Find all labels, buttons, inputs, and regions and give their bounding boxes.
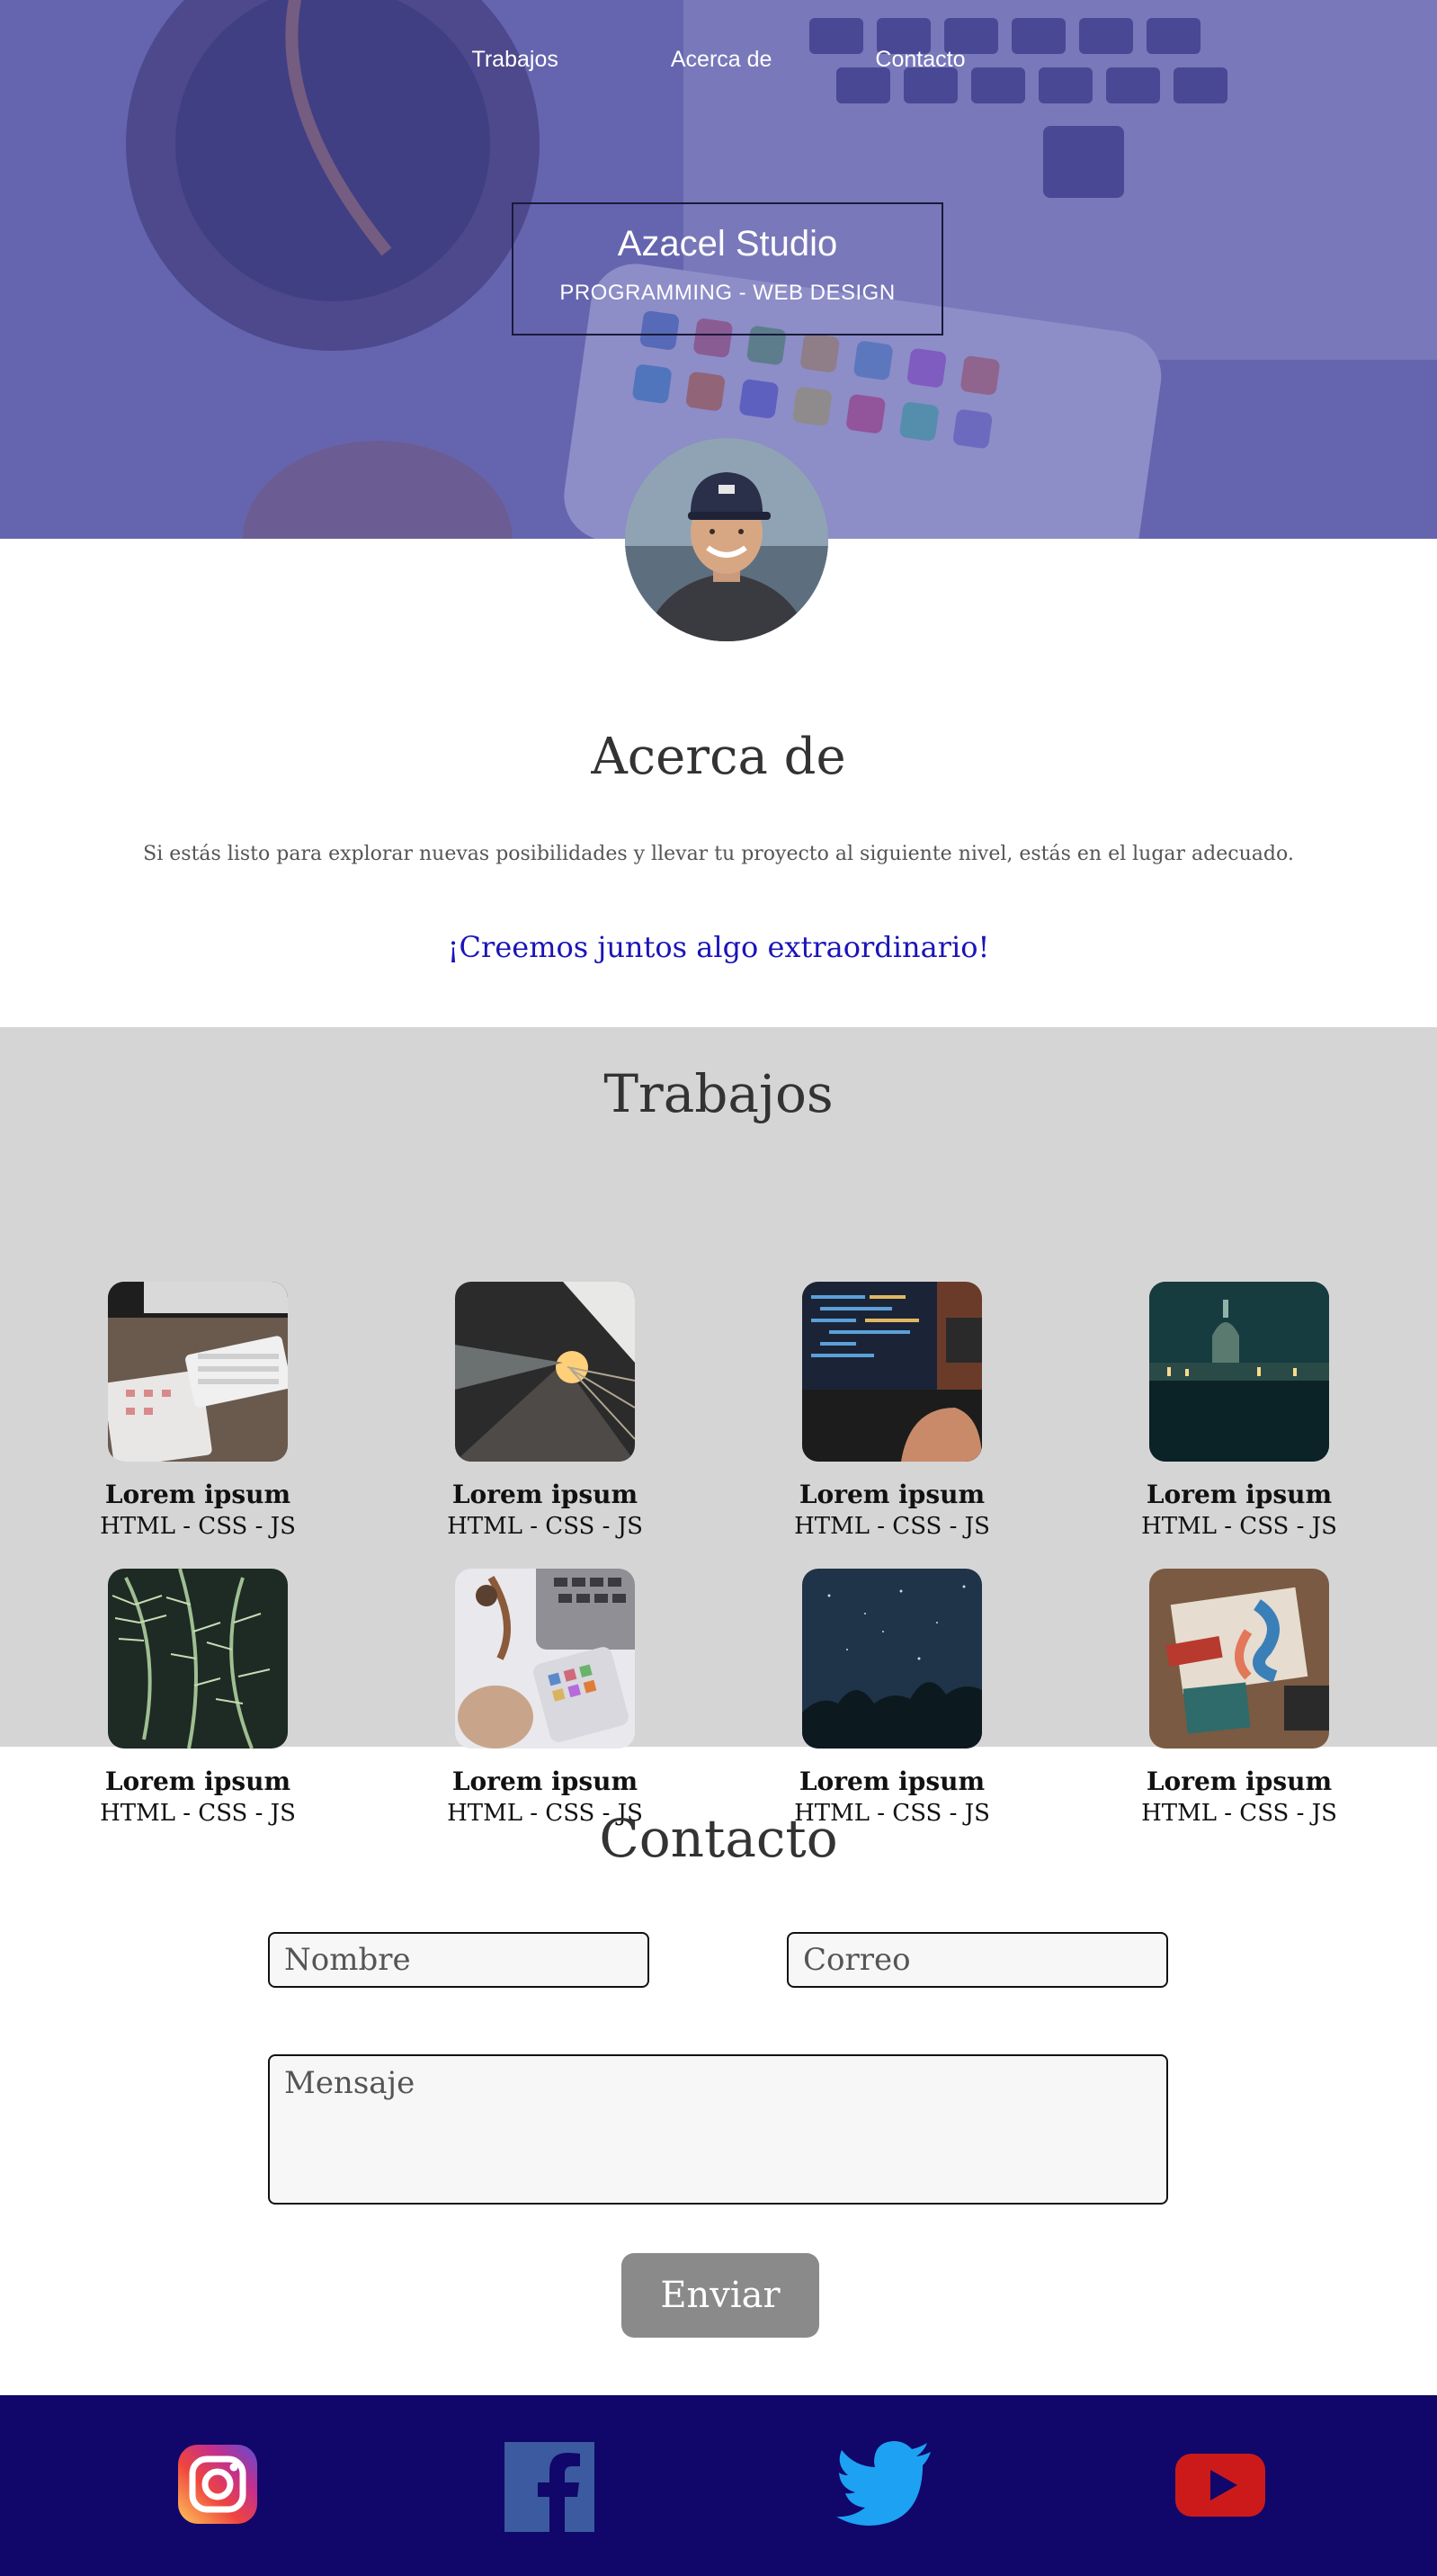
email-input[interactable] [787,1932,1168,1988]
nav-link-acerca-de[interactable]: Acerca de [671,47,772,73]
about-text: Si estás listo para explorar nuevas posi… [143,843,1294,865]
work-title: Lorem ipsum [799,1480,986,1509]
brand-title: Azacel Studio [617,224,838,264]
work-thumbnail[interactable] [108,1569,288,1749]
works-section: Trabajos Lorem ipsum HTML - CSS - JS Lor… [0,1027,1437,1827]
youtube-icon[interactable] [1171,2437,1270,2527]
work-thumbnail[interactable] [108,1282,288,1462]
twitter-icon[interactable] [836,2436,935,2526]
work-card[interactable]: Lorem ipsum HTML - CSS - JS [410,1282,680,1540]
work-thumbnail[interactable] [802,1569,982,1749]
nav-link-trabajos[interactable]: Trabajos [472,47,558,73]
work-tags: HTML - CSS - JS [100,1513,296,1540]
facebook-icon[interactable] [500,2437,599,2532]
work-thumbnail[interactable] [1149,1282,1329,1462]
work-thumbnail[interactable] [802,1282,982,1462]
footer [0,2395,1437,2576]
works-title: Trabajos [603,1063,834,1124]
work-tags: HTML - CSS - JS [1141,1513,1337,1540]
instagram-icon[interactable] [169,2437,268,2527]
send-button[interactable]: Enviar [621,2253,819,2338]
contact-section: Contacto Enviar [0,1747,1437,2395]
work-thumbnail[interactable] [455,1569,635,1749]
profile-avatar [625,438,828,641]
nav-link-contacto[interactable]: Contacto [875,47,965,73]
brand-box: Azacel Studio PROGRAMMING - WEB DESIGN [512,202,943,335]
work-card[interactable]: Lorem ipsum HTML - CSS - JS [63,1282,333,1540]
work-title: Lorem ipsum [451,1480,638,1509]
work-thumbnail[interactable] [455,1282,635,1462]
work-thumbnail[interactable] [1149,1569,1329,1749]
about-title: Acerca de [591,728,846,786]
work-tags: HTML - CSS - JS [447,1513,643,1540]
work-card[interactable]: Lorem ipsum HTML - CSS - JS [757,1282,1027,1540]
work-card[interactable]: Lorem ipsum HTML - CSS - JS [1104,1282,1374,1540]
work-title: Lorem ipsum [1146,1480,1333,1509]
message-textarea[interactable] [268,2054,1168,2205]
work-tags: HTML - CSS - JS [794,1513,990,1540]
about-cta: ¡Creemos juntos algo extraordinario! [447,930,990,964]
main-nav: Trabajos Acerca de Contacto [0,47,1437,73]
name-input[interactable] [268,1932,649,1988]
contact-title: Contacto [599,1808,838,1869]
work-title: Lorem ipsum [104,1480,291,1509]
brand-subtitle: PROGRAMMING - WEB DESIGN [559,281,896,305]
